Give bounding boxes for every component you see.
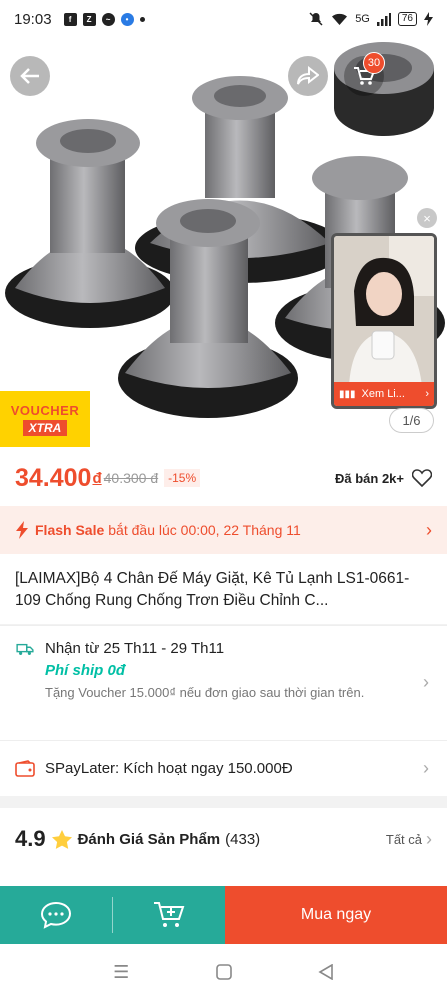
recent-apps-icon[interactable]: ☰	[113, 962, 129, 983]
currency-symbol: đ	[92, 469, 102, 487]
sold-count: Đã bán 2k+	[334, 470, 404, 486]
voucher-xtra-badge: VOUCHER XTRA	[0, 391, 90, 447]
status-right: 5G 76	[308, 11, 433, 27]
product-rating-row[interactable]: 4.9 Đánh Giá Sản Phẩm (433) Tất cả ›	[0, 808, 447, 870]
chat-button[interactable]	[0, 886, 112, 944]
livestream-video	[334, 236, 434, 386]
share-button[interactable]	[288, 56, 328, 96]
see-all-reviews-link[interactable]: Tất cả	[386, 832, 422, 847]
add-to-cart-button[interactable]	[113, 886, 225, 944]
product-title: [LAIMAX]Bộ 4 Chân Đế Máy Giặt, Kê Tủ Lạn…	[15, 570, 410, 609]
rating-count: (433)	[225, 830, 261, 848]
status-bar: 19:03 f Z ~ • 5G 76	[0, 0, 447, 38]
product-page: 19:03 f Z ~ • 5G 76 30 VOUCHER XTRA × ▮▮…	[0, 0, 447, 1000]
flash-sale-label: Flash Sale	[35, 522, 105, 538]
app-notification-icon: •	[120, 12, 134, 26]
image-counter: 1/6	[389, 408, 434, 433]
more-notifications-icon	[139, 16, 145, 22]
bottom-action-bar: Mua ngay	[0, 886, 447, 944]
live-close-button[interactable]: ×	[417, 208, 437, 228]
chevron-right-icon: ›	[425, 388, 429, 400]
voucher-xtra-label: XTRA	[22, 419, 68, 436]
add-to-cart-icon	[154, 902, 185, 927]
network-type: 5G	[355, 13, 370, 25]
chevron-right-icon: ›	[423, 758, 429, 778]
system-navigation-bar: ☰	[0, 944, 447, 1000]
wallet-icon	[15, 759, 35, 777]
chevron-right-icon: ›	[423, 672, 429, 692]
current-price: 34.400	[15, 463, 92, 492]
discount-badge: -15%	[164, 469, 201, 487]
watch-live-label: Xem Li...	[361, 388, 405, 400]
arrow-left-icon	[20, 68, 39, 84]
livestream-preview[interactable]: ▮▮▮ Xem Li... ›	[331, 233, 437, 409]
status-time: 19:03	[14, 10, 52, 28]
voucher-label: VOUCHER	[10, 402, 80, 418]
chevron-right-icon: ›	[426, 519, 432, 540]
facebook-icon: f	[63, 12, 77, 26]
signal-icon	[376, 12, 391, 26]
product-title-section: [LAIMAX]Bộ 4 Chân Đế Máy Giặt, Kê Tủ Lạn…	[0, 554, 447, 624]
shipping-fee: Phí ship 0đ	[45, 662, 126, 679]
flash-sale-banner[interactable]: Flash Sale bắt đầu lúc 00:00, 22 Tháng 1…	[0, 506, 447, 554]
back-button[interactable]	[10, 56, 50, 96]
messenger-icon: ~	[101, 12, 115, 26]
zalo-icon: Z	[82, 12, 96, 26]
watch-live-bar[interactable]: ▮▮▮ Xem Li... ›	[334, 382, 434, 406]
back-nav-icon[interactable]	[318, 964, 334, 980]
flash-sale-time: bắt đầu lúc 00:00, 22 Tháng 11	[108, 522, 301, 538]
price-row: 34.400 đ 40.300 đ -15% Đã bán 2k+	[0, 450, 447, 506]
charging-icon	[424, 12, 433, 26]
rating-label: Đánh Giá Sản Phẩm	[77, 830, 221, 848]
late-delivery-voucher: Tặng Voucher 15.000₫ nếu đơn giao sau th…	[45, 685, 365, 700]
product-image-gallery[interactable]: 30 VOUCHER XTRA × ▮▮▮ Xem Li... › 1/6	[0, 38, 447, 450]
original-price: 40.300 đ	[103, 470, 159, 486]
wifi-icon	[332, 13, 348, 25]
live-bars-icon: ▮▮▮	[339, 388, 356, 400]
buy-now-button[interactable]: Mua ngay	[225, 886, 447, 944]
notification-icons: f Z ~ •	[63, 12, 145, 26]
chat-icon	[40, 901, 72, 929]
shipping-details: Nhận từ 25 Th11 - 29 Th11 Phí ship 0đ Tặ…	[45, 640, 375, 702]
truck-icon	[16, 643, 34, 655]
heart-icon[interactable]	[412, 469, 432, 487]
chevron-right-icon: ›	[426, 828, 432, 849]
lightning-icon	[16, 521, 28, 539]
action-divider	[112, 886, 113, 944]
shipping-section[interactable]: Nhận từ 25 Th11 - 29 Th11 Phí ship 0đ Tặ…	[0, 625, 447, 740]
home-icon[interactable]	[215, 964, 232, 980]
shipping-row: Nhận từ 25 Th11 - 29 Th11 Phí ship 0đ Tặ…	[15, 640, 432, 702]
star-icon	[51, 829, 72, 849]
rating-score: 4.9	[15, 826, 46, 851]
share-icon	[297, 66, 319, 85]
spaylater-text: SPayLater: Kích hoạt ngay 150.000Đ	[45, 760, 293, 777]
cart-count-badge: 30	[363, 52, 385, 74]
delivery-date: Nhận từ 25 Th11 - 29 Th11	[45, 640, 225, 657]
spaylater-row[interactable]: SPayLater: Kích hoạt ngay 150.000Đ ›	[0, 740, 447, 796]
mute-icon	[309, 12, 323, 26]
battery-level: 76	[397, 12, 417, 26]
